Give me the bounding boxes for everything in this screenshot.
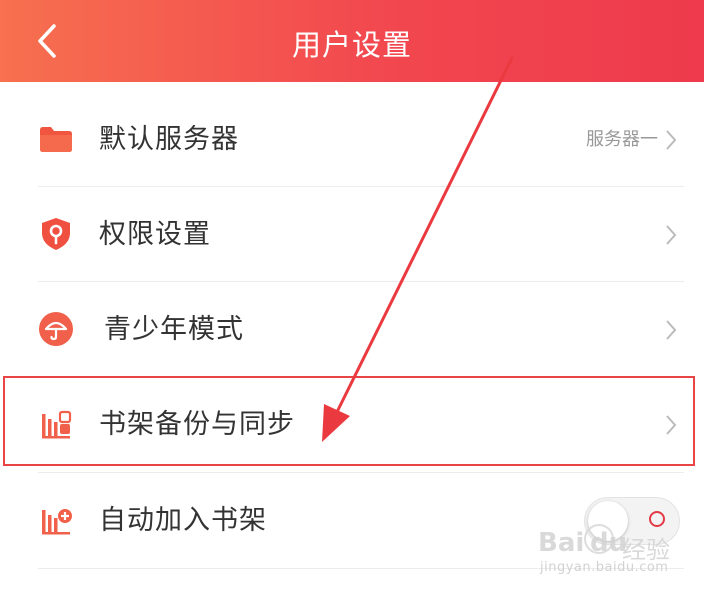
highlight-box [3,376,695,466]
umbrella-icon [39,312,73,346]
watermark-brand: Bai [538,528,585,558]
title-bar: 用户设置 [0,0,704,82]
watermark-url: jingyan.baidu.com [540,560,669,575]
chevron-right-icon [666,130,677,150]
settings-row-permissions[interactable]: 权限设置 [0,187,704,282]
chevron-right-icon [666,225,677,245]
folder-icon [40,127,72,152]
chevron-right-icon [666,320,677,340]
shield-key-icon [42,218,70,250]
baidu-watermark: Bai du 经验 jingyan.baidu.com [538,524,698,584]
bookshelf-add-icon [42,509,72,535]
settings-row-label: 默认服务器 [99,124,239,155]
server-value: 服务器一 [586,129,658,150]
settings-row-label: 青少年模式 [104,314,244,345]
page-title: 用户设置 [291,28,412,62]
settings-row-default-server[interactable]: 默认服务器 服务器一 [0,92,704,187]
settings-row-teen-mode[interactable]: 青少年模式 [0,282,704,377]
settings-row-label: 权限设置 [99,219,211,250]
settings-row-label: 自动加入书架 [99,505,267,536]
